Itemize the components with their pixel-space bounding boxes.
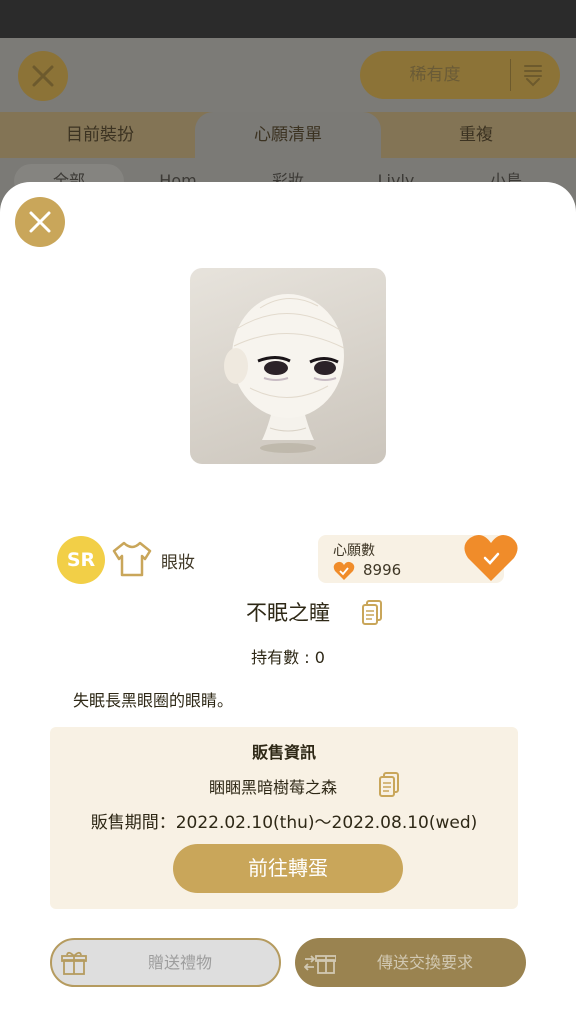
sales-info-title: 販售資訊 — [251, 743, 316, 762]
sales-period: 販售期間：2022.02.10(thu)～2022.08.10(wed) — [90, 813, 478, 833]
send-gift-button[interactable]: 贈送禮物 — [50, 938, 281, 987]
background-tabs: 目前裝扮 心願清單 重複 — [0, 112, 576, 158]
divider — [510, 59, 511, 91]
category-label: 眼妝 — [161, 553, 195, 573]
item-name-row: 不眠之瞳 — [0, 597, 576, 627]
tab-current-outfit: 目前裝扮 — [66, 125, 134, 145]
owned-count: 持有數 : 0 — [251, 648, 325, 667]
send-trade-request-button[interactable]: 傳送交換要求 — [295, 938, 526, 987]
background-close-button — [18, 51, 68, 101]
close-button[interactable] — [15, 197, 65, 247]
tab-wishlist: 心願清單 — [195, 112, 381, 158]
sales-info-panel: 販售資訊 睏睏黑暗樹莓之森 販售期間：2022.02.10(thu)～2022.… — [50, 727, 518, 909]
wishlist-heart-button[interactable] — [463, 533, 519, 583]
tab-duplicates: 重複 — [459, 125, 493, 145]
trade-gift-icon — [304, 955, 336, 974]
item-thumbnail — [190, 268, 386, 464]
send-trade-request-label: 傳送交換要求 — [376, 953, 473, 972]
rarity-badge: SR — [57, 536, 105, 584]
gift-icon — [61, 951, 87, 975]
send-gift-label: 贈送禮物 — [147, 953, 212, 972]
gacha-name: 睏睏黑暗樹莓之森 — [208, 778, 337, 797]
go-to-gacha-button[interactable]: 前往轉蛋 — [173, 844, 403, 893]
close-icon — [29, 211, 51, 233]
document-icon[interactable] — [361, 600, 383, 626]
sort-icon — [524, 65, 542, 87]
item-name: 不眠之瞳 — [246, 601, 330, 625]
wishlist-label: 心願數 — [333, 543, 375, 559]
shirt-icon — [112, 541, 152, 577]
wishlist-count: 8996 — [363, 561, 402, 579]
item-detail-sheet: SR 眼妝 心願數 8996 不眠之瞳 持有數 : 0 失眠長黑眼圈的眼睛。 販… — [0, 182, 576, 1024]
rarity-sort-label: 稀有度 — [409, 65, 461, 85]
document-icon[interactable] — [378, 772, 400, 798]
heart-icon — [333, 561, 355, 580]
rarity-sort-button: 稀有度 — [360, 51, 560, 99]
item-description: 失眠長黑眼圈的眼睛。 — [73, 691, 234, 710]
status-bar — [0, 0, 576, 38]
close-icon — [32, 65, 54, 87]
mannequin-head-image — [224, 294, 345, 453]
